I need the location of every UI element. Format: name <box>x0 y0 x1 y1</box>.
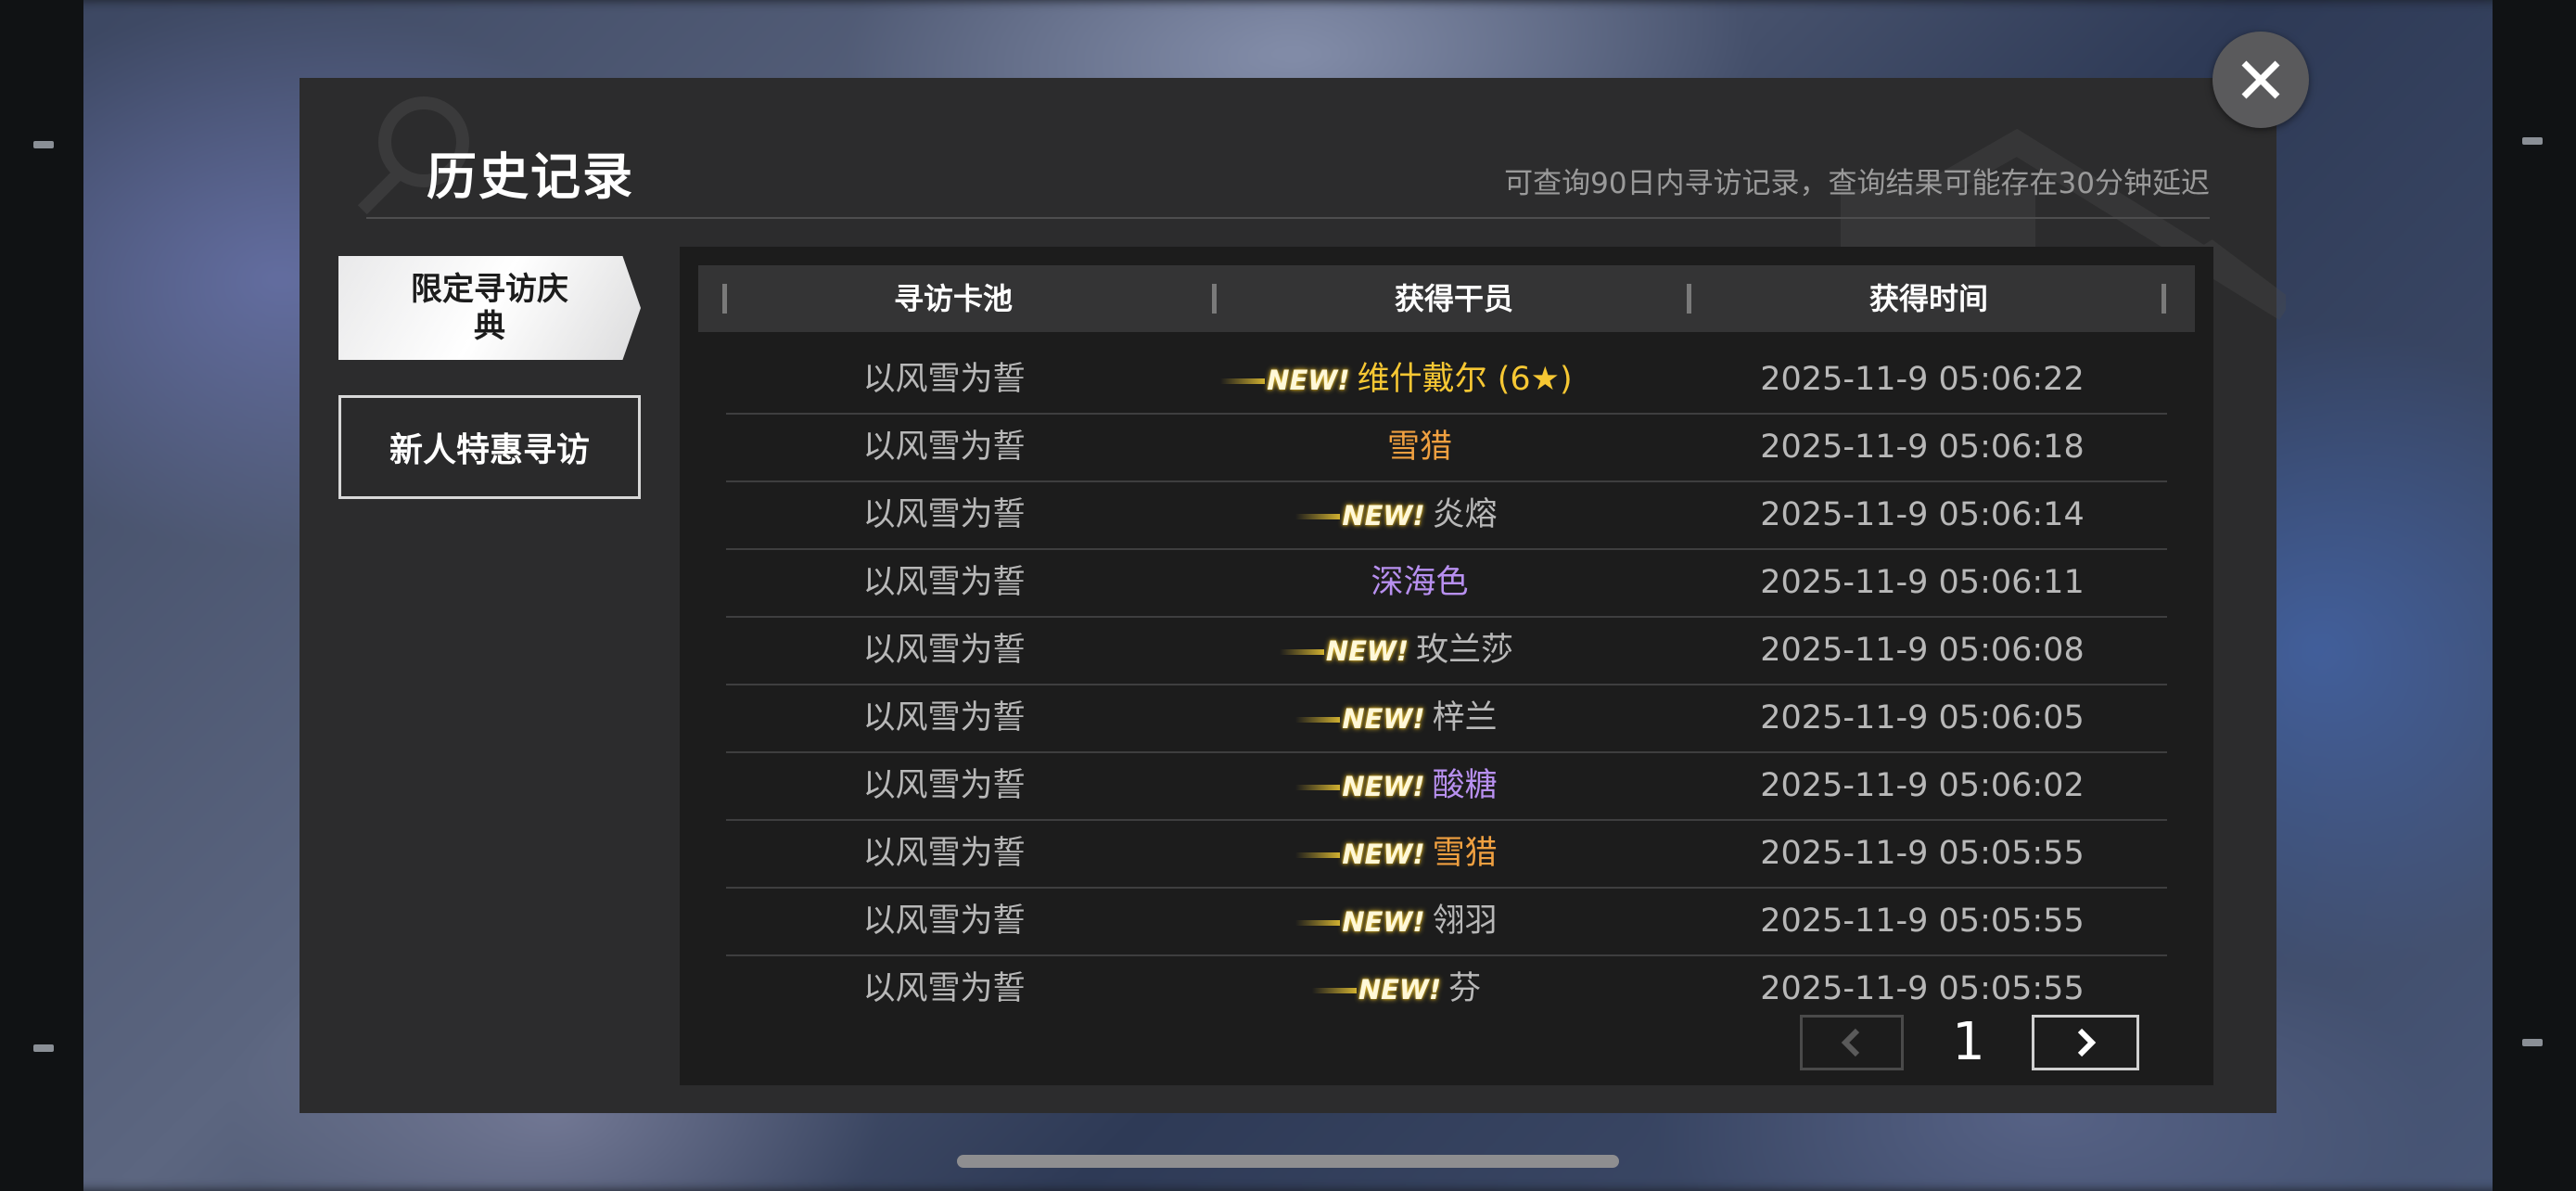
pool-name: 以风雪为誓 <box>862 361 1026 398</box>
query-note: 可查询90日内寻访记录，查询结果可能存在30分钟延迟 <box>1504 167 2210 200</box>
header-separator <box>2162 284 2166 314</box>
operator-cell: NEW! 雪猎 <box>1162 821 1677 887</box>
pool-name: 以风雪为誓 <box>862 903 1026 940</box>
tab-label: 新人特惠寻访 <box>389 431 590 469</box>
edge-mark <box>2522 137 2543 145</box>
new-badge: NEW! <box>1267 348 1349 414</box>
table-header: 寻访卡池 获得干员 获得时间 <box>698 265 2195 332</box>
operator-name: 雪猎 <box>1432 835 1498 872</box>
obtain-time: 2025-11-9 05:05:55 <box>1760 903 2085 940</box>
operator-cell: 雪猎 <box>1162 415 1677 480</box>
dialog-title: 历史记录 <box>427 147 634 206</box>
operator-cell: NEW! 玫兰莎 <box>1162 618 1677 684</box>
obtain-time: 2025-11-9 05:06:05 <box>1760 699 2085 736</box>
history-dialog: 历史记录 可查询90日内寻访记录，查询结果可能存在30分钟延迟 限定寻访庆典 新… <box>300 78 2286 1113</box>
operator-name: 维什戴尔 (6★) <box>1357 361 1573 398</box>
records-list: 以风雪为誓 NEW! 维什戴尔 (6★) 2025-11-9 05:06:22 以风雪为… <box>726 347 2167 1022</box>
new-badge: NEW! <box>1342 483 1424 549</box>
operator-cell: NEW! 酸糖 <box>1162 753 1677 819</box>
title-divider <box>366 217 2210 219</box>
close-icon <box>2241 60 2280 99</box>
table-row: 以风雪为誓 NEW! 梓兰 2025-11-9 05:06:05 <box>726 685 2167 753</box>
header-separator <box>1212 284 1217 314</box>
header-operator: 获得干员 <box>1394 281 1513 316</box>
current-page: 1 <box>1952 1012 1985 1072</box>
operator-cell: NEW! 梓兰 <box>1162 685 1677 751</box>
table-row: 以风雪为誓 NEW! 玫兰莎 2025-11-9 05:06:08 <box>726 618 2167 685</box>
tab-newbie-headhunting[interactable]: 新人特惠寻访 <box>338 395 641 499</box>
operator-cell: NEW! 炎熔 <box>1162 482 1677 548</box>
pool-name: 以风雪为誓 <box>862 699 1026 736</box>
new-badge: NEW! <box>1342 686 1424 752</box>
chevron-right-icon <box>2077 1028 2097 1057</box>
operator-name: 芬 <box>1448 970 1482 1007</box>
obtain-time: 2025-11-9 05:06:08 <box>1760 632 2085 669</box>
pool-name: 以风雪为誓 <box>862 429 1026 466</box>
operator-cell: NEW! 维什戴尔 (6★) <box>1162 347 1677 413</box>
obtain-time: 2025-11-9 05:06:02 <box>1760 767 2085 804</box>
header-time: 获得时间 <box>1868 281 1988 316</box>
operator-name: 梓兰 <box>1432 699 1498 736</box>
new-badge: NEW! <box>1342 822 1424 888</box>
pool-name: 以风雪为誓 <box>862 632 1026 669</box>
table-row: 以风雪为誓 NEW! 维什戴尔 (6★) 2025-11-9 05:06:22 <box>726 347 2167 415</box>
pool-name: 以风雪为誓 <box>862 564 1026 601</box>
new-badge: NEW! <box>1342 890 1424 955</box>
edge-mark <box>33 141 54 148</box>
operator-name: 翎羽 <box>1432 903 1498 940</box>
next-page-button[interactable] <box>2032 1015 2139 1070</box>
left-device-edge <box>0 0 83 1191</box>
table-row: 以风雪为誓 深海色 2025-11-9 05:06:11 <box>726 550 2167 618</box>
operator-name: 深海色 <box>1371 564 1469 601</box>
new-badge: NEW! <box>1358 957 1441 1023</box>
table-row: 以风雪为誓 NEW! 酸糖 2025-11-9 05:06:02 <box>726 753 2167 821</box>
operator-name: 酸糖 <box>1432 767 1498 804</box>
edge-mark <box>33 1044 54 1052</box>
tab-limited-headhunting[interactable]: 限定寻访庆典 <box>338 256 641 360</box>
obtain-time: 2025-11-9 05:06:22 <box>1760 361 2085 398</box>
tab-label: 限定寻访庆典 <box>411 271 568 345</box>
operator-name: 雪猎 <box>1386 429 1452 466</box>
operator-cell: NEW! 翎羽 <box>1162 889 1677 954</box>
pool-name: 以风雪为誓 <box>862 970 1026 1007</box>
edge-mark <box>2522 1039 2543 1046</box>
obtain-time: 2025-11-9 05:06:14 <box>1760 496 2085 533</box>
table-row: 以风雪为誓 NEW! 炎熔 2025-11-9 05:06:14 <box>726 482 2167 550</box>
home-indicator[interactable] <box>957 1155 1619 1168</box>
table-row: 以风雪为誓 雪猎 2025-11-9 05:06:18 <box>726 415 2167 482</box>
operator-cell: NEW! 芬 <box>1162 956 1677 1022</box>
pool-name: 以风雪为誓 <box>862 835 1026 872</box>
operator-name: 炎熔 <box>1432 496 1498 533</box>
new-badge: NEW! <box>1342 754 1424 820</box>
operator-cell: 深海色 <box>1162 550 1677 616</box>
right-device-edge <box>2493 0 2576 1191</box>
prev-page-button[interactable] <box>1800 1015 1904 1070</box>
operator-name: 玫兰莎 <box>1416 632 1514 669</box>
table-row: 以风雪为誓 NEW! 雪猎 2025-11-9 05:05:55 <box>726 821 2167 889</box>
header-pool: 寻访卡池 <box>893 281 1013 316</box>
chevron-left-icon <box>1841 1028 1860 1057</box>
obtain-time: 2025-11-9 05:06:18 <box>1760 429 2085 466</box>
header-separator <box>1687 284 1691 314</box>
table-row: 以风雪为誓 NEW! 翎羽 2025-11-9 05:05:55 <box>726 889 2167 956</box>
pool-name: 以风雪为誓 <box>862 767 1026 804</box>
new-badge: NEW! <box>1326 619 1409 685</box>
records-panel: 寻访卡池 获得干员 获得时间 以风雪为誓 NEW! 维什戴尔 (6★) 2025-11… <box>680 247 2213 1085</box>
close-button[interactable] <box>2213 32 2309 128</box>
pool-name: 以风雪为誓 <box>862 496 1026 533</box>
obtain-time: 2025-11-9 05:06:11 <box>1760 564 2085 601</box>
obtain-time: 2025-11-9 05:05:55 <box>1760 835 2085 872</box>
